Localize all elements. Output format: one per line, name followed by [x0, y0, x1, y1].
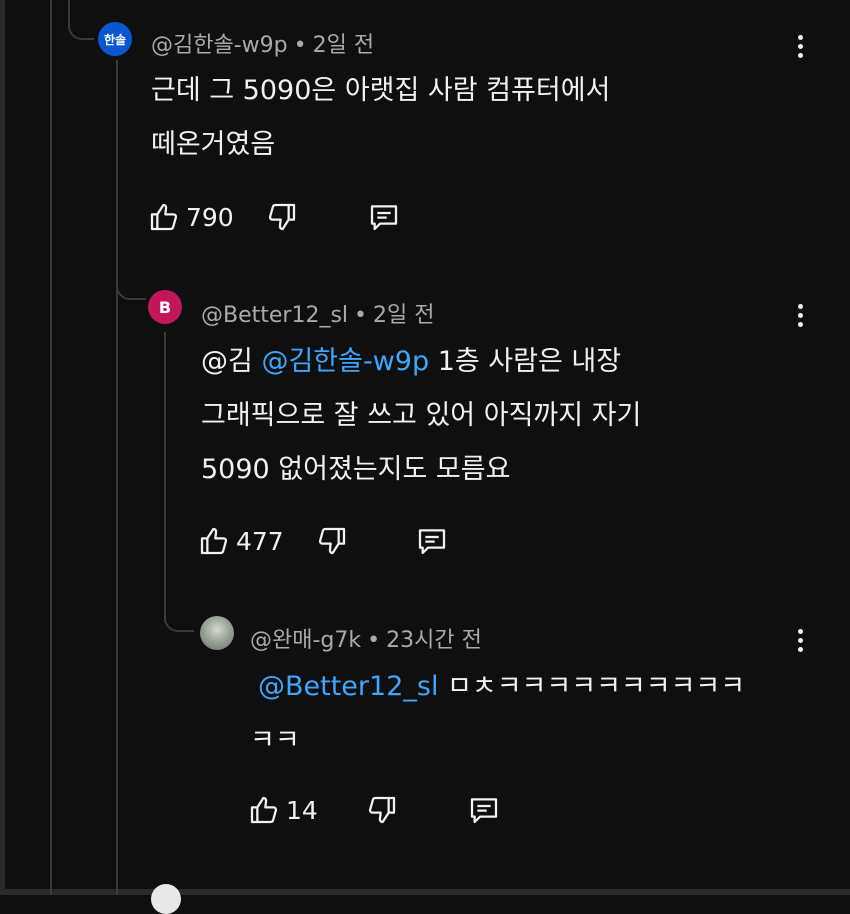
comment-line: @Better12_sl ㅁㅊㅋㅋㅋㅋㅋㅋㅋㅋㅋㅋ [258, 660, 745, 714]
author-name[interactable]: @Better12_sl [201, 303, 348, 328]
separator-dot: • [354, 303, 368, 328]
comment-line: 근데 그 5090은 아랫집 사람 컴퓨터에서 [151, 75, 611, 106]
thread-connector-1 [68, 0, 94, 40]
comment-text: 근데 그 5090은 아랫집 사람 컴퓨터에서 떼온거였음 [151, 64, 610, 172]
more-vert-icon[interactable] [790, 31, 810, 61]
thread-connector-3 [164, 600, 194, 632]
author-name[interactable]: @완매-g7k [250, 628, 361, 653]
comment-line-rest: 1층 사람은 내장 [429, 346, 622, 377]
like-button[interactable]: 477 [198, 521, 284, 561]
mention-link[interactable]: @김한솔-w9p [261, 346, 429, 377]
reply-button[interactable] [368, 197, 400, 237]
comment-meta: @김한솔-w9p • 2일 전 [151, 27, 374, 59]
timestamp[interactable]: 23시간 전 [386, 628, 482, 653]
timestamp[interactable]: 2일 전 [313, 33, 374, 58]
thread-connector-2 [116, 270, 146, 300]
comment-line: @김 @김한솔-w9p 1층 사람은 내장 [201, 335, 641, 389]
dislike-button[interactable] [266, 197, 298, 237]
comment-meta: @Better12_sl • 2일 전 [201, 297, 435, 329]
reply-comment-icon [470, 798, 498, 824]
mention-link[interactable]: @Better12_sl [258, 671, 438, 702]
avatar[interactable]: 한솔 [98, 22, 132, 56]
mention-prefix: @김 [201, 346, 262, 377]
comment-line: 그래픽으로 잘 쓰고 있어 아직까지 자기 [201, 400, 642, 431]
reply-button[interactable] [416, 521, 448, 561]
window-frame-left [0, 0, 5, 895]
separator-dot: • [367, 628, 381, 653]
comment-line: 떼온거였음 [151, 129, 276, 160]
thumb-up-icon [250, 796, 278, 824]
timestamp[interactable]: 2일 전 [373, 303, 434, 328]
dislike-button[interactable] [316, 521, 348, 561]
reply-comment-icon [418, 529, 446, 555]
reply-button[interactable] [468, 790, 500, 830]
like-button[interactable]: 790 [148, 197, 234, 237]
comment-text: @김 @김한솔-w9p 1층 사람은 내장 그래픽으로 잘 쓰고 있어 아직까지… [201, 335, 641, 497]
separator-dot: • [293, 33, 307, 58]
like-count: 477 [236, 526, 284, 556]
more-vert-icon[interactable] [790, 300, 810, 330]
avatar-initials: 한솔 [103, 32, 127, 47]
thumb-up-icon [200, 527, 228, 555]
comment-line: ㅋㅋ [250, 725, 300, 756]
like-button[interactable]: 14 [248, 790, 318, 830]
next-comment-avatar[interactable] [151, 884, 181, 914]
avatar[interactable]: B [148, 290, 182, 324]
window-frame-bottom [0, 889, 850, 895]
thumb-down-icon [368, 796, 396, 824]
comment-meta: @완매-g7k • 23시간 전 [250, 622, 482, 654]
comment-line: 5090 없어졌는지도 모름요 [201, 454, 511, 485]
more-vert-icon[interactable] [790, 625, 810, 655]
avatar-initials: B [158, 297, 172, 317]
like-count: 14 [286, 795, 318, 825]
avatar[interactable] [200, 616, 234, 650]
comment-line-rest: ㅁㅊㅋㅋㅋㅋㅋㅋㅋㅋㅋㅋ [438, 671, 746, 702]
thread-line-level1 [116, 60, 118, 895]
dislike-button[interactable] [366, 790, 398, 830]
thumb-down-icon [268, 203, 296, 231]
thumb-down-icon [318, 527, 346, 555]
like-count: 790 [186, 202, 234, 232]
thread-line-level2 [164, 332, 166, 622]
thread-line-outer [50, 0, 52, 895]
comment-text: @Better12_sl ㅁㅊㅋㅋㅋㅋㅋㅋㅋㅋㅋㅋ ㅋㅋ [250, 660, 745, 768]
reply-comment-icon [370, 205, 398, 231]
author-name[interactable]: @김한솔-w9p [151, 33, 288, 58]
thumb-up-icon [150, 203, 178, 231]
